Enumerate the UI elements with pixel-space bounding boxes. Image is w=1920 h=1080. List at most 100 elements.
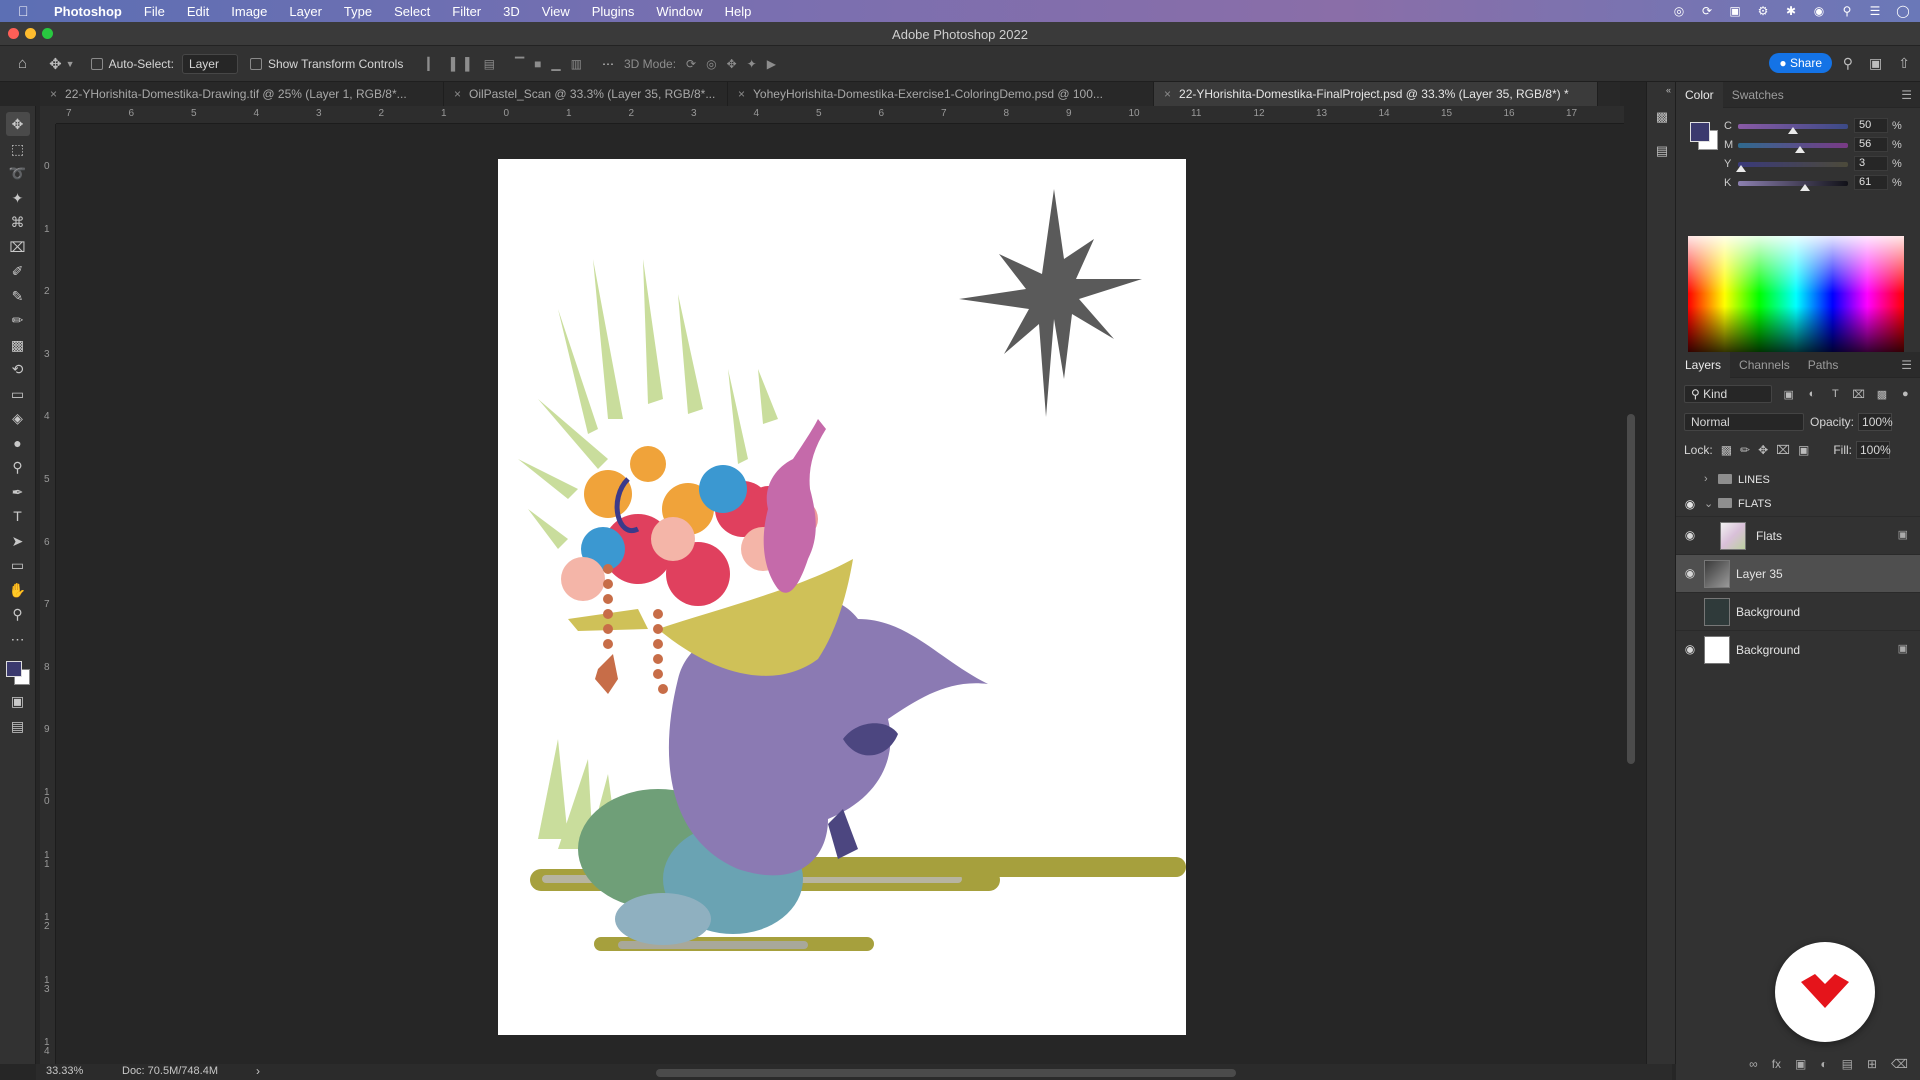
search-icon[interactable]: ⚲ [1843,55,1853,72]
tab-channels[interactable]: Channels [1730,352,1799,378]
delete-layer-icon[interactable]: ⌫ [1891,1057,1908,1071]
filter-adjustment-icon[interactable]: ◐ [1805,388,1818,400]
tab-layers[interactable]: Layers [1676,351,1731,378]
screen-mode-icon[interactable]: ▤ [6,714,30,738]
brush-tool-icon[interactable]: ✏ [6,308,30,332]
tab-final-project[interactable]: × 22-YHorishita-Domestika-FinalProject.ps… [1154,82,1598,106]
zoom-level[interactable]: 33.33% [46,1065,83,1077]
blur-tool-icon[interactable]: ● [6,431,30,455]
apple-menu-icon[interactable]:  [18,3,36,19]
share-button[interactable]: ● Share [1769,53,1832,73]
more-options-icon[interactable]: ⋯ [602,57,614,71]
fill-input[interactable]: 100% [1856,441,1891,459]
lock-paint-icon[interactable]: ✏ [1740,443,1750,457]
menu-plugins[interactable]: Plugins [592,4,635,19]
panel-menu-icon[interactable]: ☰ [1901,82,1912,108]
path-selection-tool-icon[interactable]: ➤ [6,529,30,553]
black-value-input[interactable]: 61 [1854,175,1888,190]
new-layer-icon[interactable]: ⊞ [1867,1057,1877,1071]
vertical-scroll-thumb[interactable] [1627,414,1635,764]
yellow-value-input[interactable]: 3 [1854,156,1888,171]
distribute-icon[interactable]: ▤ [484,57,495,71]
color-spectrum-ramp[interactable] [1688,236,1904,364]
menu-image[interactable]: Image [231,4,267,19]
tool-preset-chevron-icon[interactable]: ▼ [66,59,75,69]
visibility-toggle-icon[interactable]: ◉ [1682,604,1698,618]
move-tool-icon[interactable]: ✥ [5,112,30,136]
close-tab-icon[interactable]: × [738,87,745,101]
quick-mask-icon[interactable]: ▣ [6,689,30,713]
control-center-icon[interactable]: ☰ [1868,4,1882,18]
status-menu-arrow-icon[interactable]: › [256,1064,260,1078]
close-tab-icon[interactable]: × [454,87,461,101]
tab-swatches[interactable]: Swatches [1723,82,1793,108]
magic-wand-tool-icon[interactable]: ✦ [6,186,30,210]
foreground-color-swatch[interactable] [5,661,22,677]
filter-toggle-icon[interactable]: ● [1899,388,1912,400]
magenta-track[interactable] [1738,143,1848,148]
stamp-tool-icon[interactable]: ▩ [6,333,30,357]
chevron-down-icon[interactable]: ⌄ [1704,497,1713,510]
wifi-icon[interactable]: ◉ [1812,4,1826,18]
tab-drawing[interactable]: × 22-YHorishita-Domestika-Drawing.tif @ 2… [40,82,444,106]
lasso-tool-icon[interactable]: ➰ [6,161,30,185]
3d-pan-icon[interactable]: ✥ [727,57,737,71]
filter-smart-object-icon[interactable]: ▩ [1875,388,1888,401]
close-tab-icon[interactable]: × [50,87,57,101]
visibility-eye-icon[interactable]: ◉ [1682,566,1698,580]
new-group-icon[interactable]: ▤ [1842,1057,1853,1071]
vertical-scrollbar[interactable] [1627,110,1635,1060]
align-middle-v-icon[interactable]: ■ [534,57,541,71]
canvas-workspace[interactable] [56,124,1624,1064]
horizontal-ruler[interactable]: 7 6 5 4 3 2 1 0 1 2 3 4 5 6 7 8 9 10 11 12 13 14 15 16 17 [56,106,1624,124]
eyedropper-tool-icon[interactable]: ✐ [6,259,30,283]
home-icon[interactable]: ⌂ [18,55,27,72]
blend-mode-dropdown[interactable]: Normal [1684,413,1804,431]
siri-icon[interactable]: ◯ [1896,4,1910,18]
visibility-toggle-icon[interactable]: ◉ [1682,473,1698,487]
display-icon[interactable]: ▣ [1728,4,1742,18]
filter-type-icon[interactable]: T [1829,388,1842,400]
gear-icon[interactable]: ⚙ [1756,4,1770,18]
yellow-slider[interactable]: Y 3 % [1724,156,1914,172]
magenta-handle[interactable] [1794,146,1805,153]
lock-artboard-icon[interactable]: ⌧ [1776,443,1790,457]
menu-layer[interactable]: Layer [289,4,322,19]
panel-foreground-swatch[interactable] [1690,122,1710,142]
document-canvas[interactable] [498,159,1186,1035]
3d-orbit-icon[interactable]: ⟳ [686,57,696,71]
horizontal-scrollbar[interactable] [656,1069,1236,1077]
adjustment-layer-icon[interactable]: ◐ [1820,1057,1827,1071]
bluetooth-icon[interactable]: ✱ [1784,4,1798,18]
layer-row-layer-35[interactable]: ◉ Layer 35 [1676,554,1920,592]
align-center-h-icon[interactable]: ▐ [447,57,456,71]
tab-color[interactable]: Color [1676,81,1723,108]
filter-pixel-icon[interactable]: ▣ [1782,388,1795,401]
ruler-origin[interactable] [40,106,56,124]
3d-scale-icon[interactable]: ▶ [767,57,776,71]
menu-file[interactable]: File [144,4,165,19]
layer-row-flats[interactable]: ◉ Flats ▣ [1676,516,1920,554]
frame-tool-icon[interactable]: ⌧ [6,235,30,259]
tab-coloring-demo[interactable]: × YoheyHorishita-Domestika-Exercise1-Colo… [728,82,1154,106]
move-tool-icon[interactable]: ✥ [49,55,62,73]
menu-edit[interactable]: Edit [187,4,209,19]
magenta-value-input[interactable]: 56 [1854,137,1888,152]
visibility-eye-icon[interactable]: ◉ [1682,497,1698,511]
paint-bucket-tool-icon[interactable]: ◈ [6,406,30,430]
share-export-icon[interactable]: ⇧ [1898,55,1910,72]
align-right-icon[interactable]: ▌ [465,57,474,71]
type-tool-icon[interactable]: T [6,504,30,528]
magenta-slider[interactable]: M 56 % [1724,137,1914,153]
tab-paths[interactable]: Paths [1799,352,1848,378]
adjustments-icon[interactable]: ▤ [1647,138,1677,164]
black-track[interactable] [1738,181,1848,186]
menu-select[interactable]: Select [394,4,430,19]
yellow-handle[interactable] [1736,165,1747,172]
tab-oilpastel[interactable]: × OilPastel_Scan @ 33.3% (Layer 35, RGB/8… [444,82,728,106]
align-left-icon[interactable]: ▎ [427,57,436,71]
layer-row-background-dark[interactable]: ◉ Background [1676,592,1920,630]
pen-tool-icon[interactable]: ✒ [6,480,30,504]
align-bottom-icon[interactable]: ▁ [551,57,560,71]
align-top-icon[interactable]: ▔ [515,57,524,71]
